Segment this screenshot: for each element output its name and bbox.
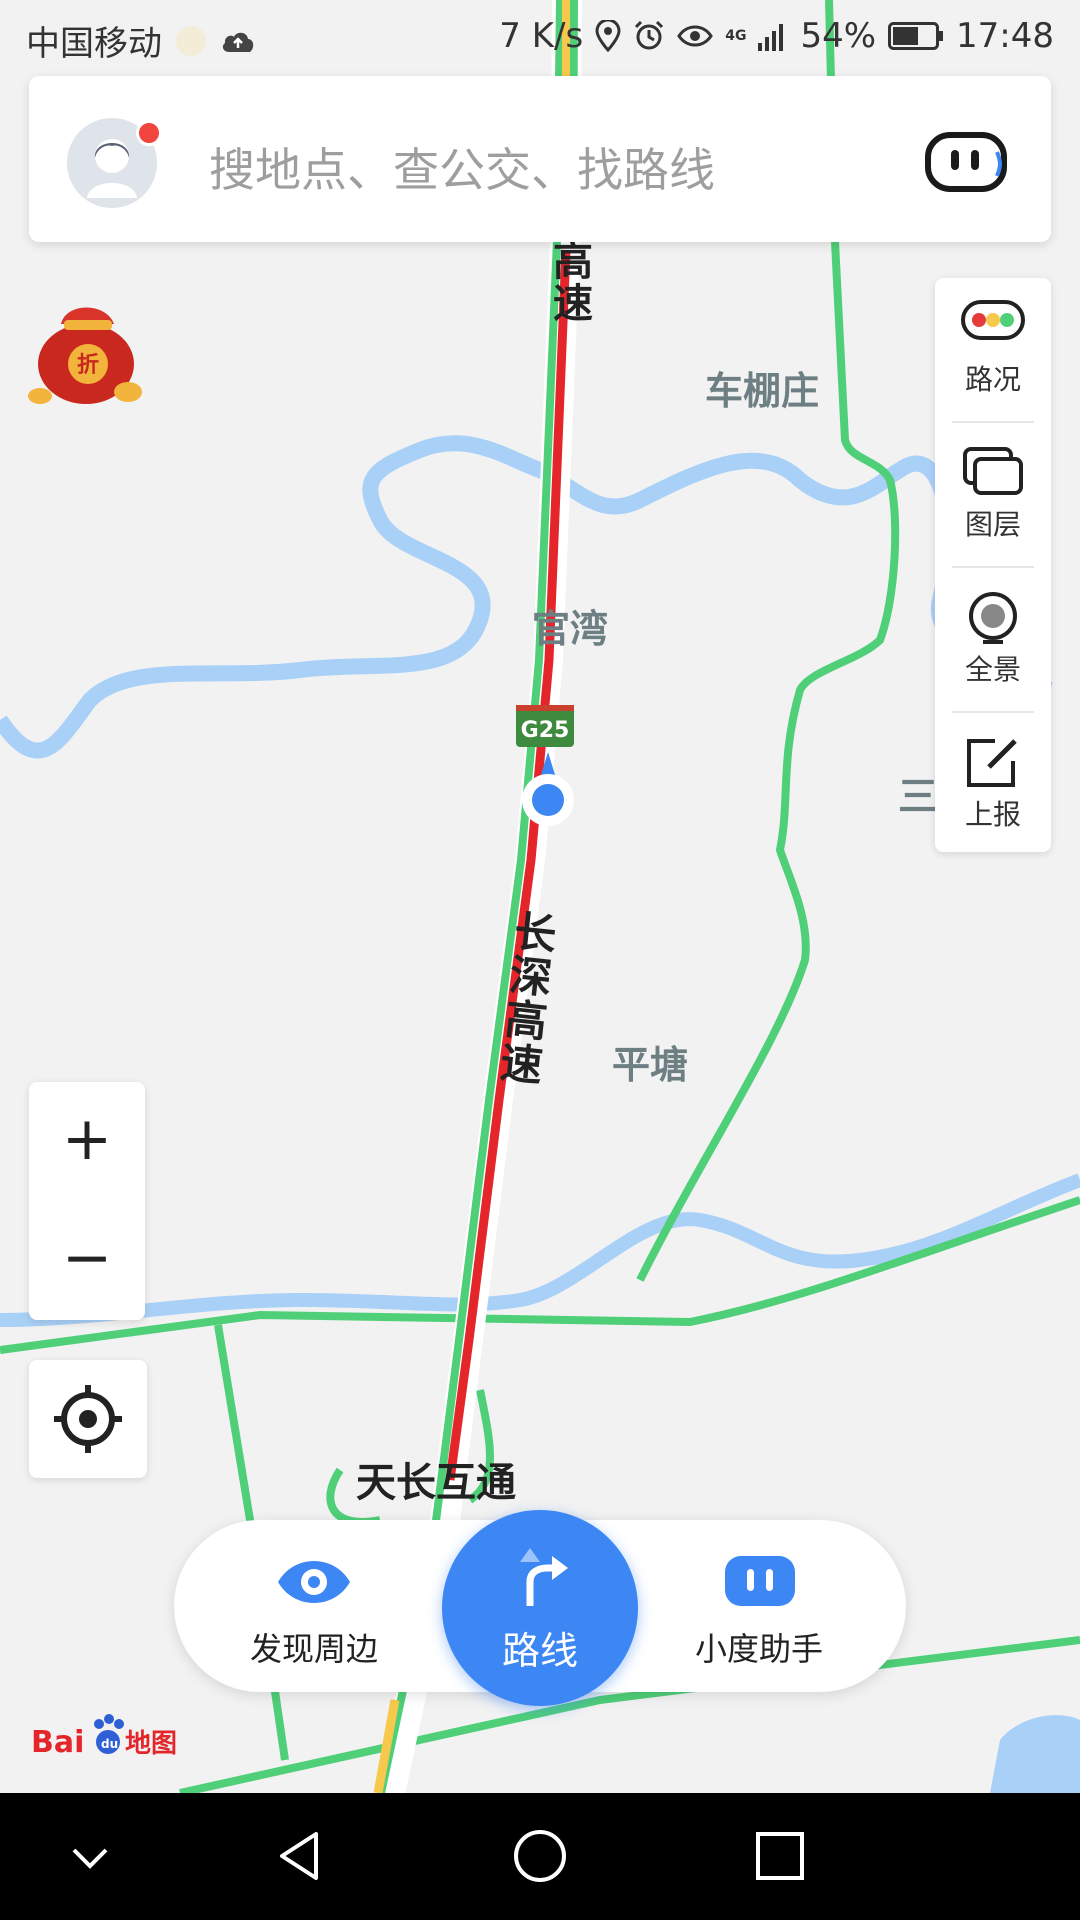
layers-label: 图层: [964, 508, 1021, 541]
highway-shield-label: G25: [521, 718, 570, 743]
report-edit-icon: [967, 739, 1017, 787]
traffic-label: 路况: [964, 363, 1021, 396]
status-bar: 中国移动 7 K/s 4G 54% 17:48: [0, 0, 1080, 75]
xiaodu-assistant-button[interactable]: 小度助手: [659, 1520, 859, 1692]
map-label-san: 三: [898, 774, 938, 820]
panorama-label: 全景: [964, 653, 1021, 686]
battery-icon: [888, 22, 944, 50]
svg-text:折: 折: [77, 353, 99, 378]
panorama-icon: [969, 592, 1017, 644]
discover-nearby-button[interactable]: 发现周边: [224, 1520, 404, 1692]
report-button[interactable]: 上报: [935, 713, 1051, 856]
map-tools-panel: 路况 图层 全景 上报: [935, 278, 1051, 852]
map-label-interchange: 天长互通: [356, 1460, 516, 1506]
alarm-icon: [635, 20, 664, 50]
route-button[interactable]: 路线: [442, 1510, 638, 1706]
cloud-upload-icon: [222, 32, 254, 52]
layers-button[interactable]: 图层: [935, 423, 1051, 566]
svg-text:du: du: [101, 1737, 118, 1751]
map-label-highway-top: 高速: [546, 240, 592, 324]
zoom-in-button[interactable]: +: [29, 1082, 145, 1201]
map-label-chepengzhuang: 车棚庄: [705, 369, 820, 413]
svg-text:地图: 地图: [125, 1729, 177, 1759]
map-label-pingtang: 平塘: [612, 1043, 689, 1087]
baidu-map-logo: Bai du 地图: [31, 1714, 177, 1760]
crosshair-icon: [54, 1385, 122, 1453]
promo-lucky-bag-icon[interactable]: 折: [26, 292, 152, 408]
recent-apps-icon[interactable]: [750, 1826, 810, 1886]
signal-bars-icon: [758, 24, 784, 51]
zoom-out-button[interactable]: −: [29, 1201, 145, 1320]
clock-time: 17:48: [956, 16, 1054, 56]
traffic-light-icon: [961, 300, 1025, 340]
locate-me-button[interactable]: [29, 1360, 147, 1478]
moon-icon: [176, 25, 206, 56]
discover-nearby-label: 发现周边: [249, 1630, 378, 1668]
search-input[interactable]: 搜地点、查公交、找路线: [209, 134, 715, 200]
network-speed: 7 K/s: [499, 16, 584, 56]
back-icon[interactable]: [272, 1826, 332, 1886]
xiaodu-assistant-icon: [725, 1556, 795, 1606]
route-turn-icon: [520, 1548, 568, 1606]
route-label: 路线: [501, 1629, 578, 1673]
xiaodu-assistant-icon[interactable]: [925, 132, 1007, 192]
chevron-down-icon[interactable]: [60, 1826, 120, 1886]
notification-dot: [136, 120, 162, 146]
xiaodu-assistant-label: 小度助手: [694, 1630, 823, 1668]
layers-icon: [963, 447, 1023, 495]
battery-percent: 54%: [800, 16, 877, 56]
eye-icon: [278, 1561, 350, 1603]
carrier-label: 中国移动: [26, 24, 162, 64]
signal-4g-label: 4G: [725, 28, 747, 44]
map-label-guanwan: 官湾: [532, 607, 609, 651]
location-pin-icon: [595, 20, 621, 52]
eye-comfort-icon: [677, 25, 714, 47]
highway-shield: G25: [516, 705, 574, 747]
home-icon[interactable]: [510, 1826, 570, 1886]
system-nav-bar: [0, 1793, 1080, 1920]
search-bar[interactable]: 搜地点、查公交、找路线: [29, 76, 1051, 242]
report-label: 上报: [964, 798, 1021, 831]
zoom-control: + −: [29, 1082, 145, 1320]
panorama-button[interactable]: 全景: [935, 568, 1051, 711]
traffic-button[interactable]: 路况: [935, 278, 1051, 421]
svg-text:Bai: Bai: [31, 1725, 84, 1760]
